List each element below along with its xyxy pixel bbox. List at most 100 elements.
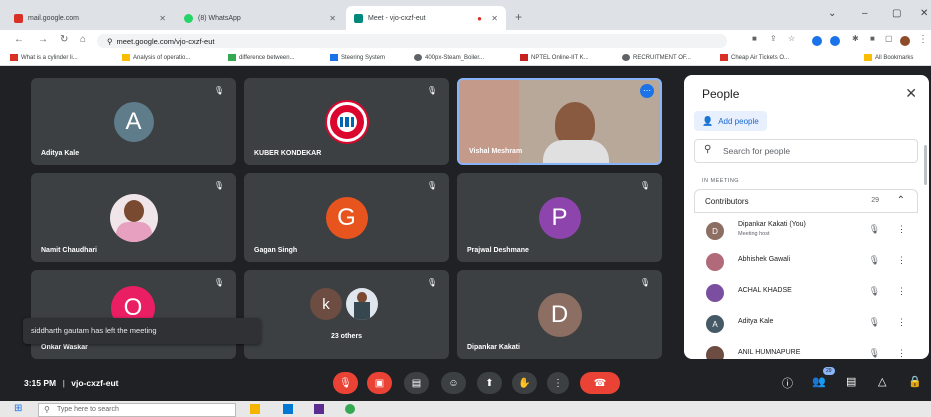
close-tab-icon[interactable]: ✕ bbox=[491, 14, 498, 23]
mic-off-icon[interactable]: 🎙 bbox=[869, 224, 880, 235]
logo-icon bbox=[336, 111, 357, 132]
bookmark-item[interactable]: What is a cylinder li... bbox=[10, 54, 78, 61]
participant-tile[interactable]: 🎙 P Prajwal Deshmane bbox=[457, 173, 662, 262]
bookmark-favicon bbox=[520, 54, 528, 61]
contributors-section-header[interactable]: Contributors 29 ⌃ bbox=[694, 189, 918, 213]
participant-tile[interactable]: 🎙 G Gagan Singh bbox=[244, 173, 449, 262]
more-options-icon[interactable]: ⋯ bbox=[640, 84, 654, 98]
store-icon[interactable] bbox=[283, 404, 293, 414]
taskbar-app-icon[interactable] bbox=[314, 404, 324, 414]
more-options-icon[interactable]: ⋮ bbox=[897, 317, 906, 328]
captions-button[interactable]: ▤ bbox=[404, 372, 429, 394]
avatar-initial: G bbox=[337, 203, 356, 231]
windows-taskbar: ⊞ ⚲ Type here to search bbox=[0, 401, 931, 417]
side-panel-icon[interactable]: ▢ bbox=[885, 34, 893, 43]
reload-icon[interactable]: ↻ bbox=[60, 34, 68, 45]
bookmark-favicon bbox=[414, 54, 422, 61]
mic-off-icon[interactable]: 🎙 bbox=[869, 317, 880, 328]
mic-off-icon[interactable]: 🎙 bbox=[869, 255, 880, 266]
leave-call-button[interactable]: ☎ bbox=[580, 372, 620, 394]
taskbar-search-input[interactable]: ⚲ Type here to search bbox=[38, 403, 236, 417]
home-icon[interactable]: ⌂ bbox=[80, 34, 86, 45]
close-tab-icon[interactable]: ✕ bbox=[329, 14, 336, 23]
bookmark-item[interactable]: Analysis of operatio... bbox=[122, 54, 190, 61]
close-window-button[interactable]: ✕ bbox=[920, 8, 928, 19]
maximize-button[interactable]: ▢ bbox=[892, 8, 901, 19]
more-options-icon[interactable]: ⋮ bbox=[897, 348, 906, 359]
mic-off-icon[interactable]: 🎙 bbox=[869, 348, 880, 359]
all-bookmarks[interactable]: All Bookmarks bbox=[864, 54, 913, 61]
participant-tile[interactable]: 🎙 KUBER KONDEKAR bbox=[244, 78, 449, 165]
avatar-photo bbox=[706, 253, 724, 271]
participant-tile[interactable]: 🎙 Namit Chaudhari bbox=[31, 173, 236, 262]
whatsapp-icon bbox=[184, 13, 193, 23]
bookmark-item[interactable]: NPTEL Online-IIT K... bbox=[520, 54, 589, 61]
people-list-item[interactable]: D Dipankar Kakati (You) Meeting host 🎙 ⋮ bbox=[694, 216, 918, 246]
reactions-button[interactable]: ☺ bbox=[441, 372, 466, 394]
others-tile[interactable]: 🎙 k 23 others bbox=[244, 270, 449, 359]
scrollbar[interactable] bbox=[924, 145, 927, 185]
contributors-label: Contributors bbox=[705, 197, 749, 206]
forward-icon[interactable]: → bbox=[38, 34, 48, 45]
bookmark-star-icon[interactable]: ☆ bbox=[788, 34, 795, 43]
minimize-button[interactable]: – bbox=[862, 8, 868, 19]
toast-text: siddharth gautam has left the meeting bbox=[31, 326, 157, 335]
back-icon[interactable]: ← bbox=[14, 34, 24, 45]
microphone-button[interactable]: 🎙 bbox=[333, 372, 358, 394]
windows-start-icon[interactable]: ⊞ bbox=[14, 403, 22, 414]
people-list-item[interactable]: Abhishek Gawali 🎙 ⋮ bbox=[694, 247, 918, 277]
people-icon[interactable]: 👥 bbox=[812, 375, 826, 388]
extensions-puzzle-icon[interactable]: ✱ bbox=[852, 34, 859, 43]
camera-in-use-icon[interactable]: ■ bbox=[752, 34, 757, 43]
extension-icon[interactable] bbox=[812, 36, 822, 46]
participant-video-tile[interactable]: ⋯ Vishal Meshram bbox=[457, 78, 662, 165]
camera-button[interactable]: ▣ bbox=[367, 372, 392, 394]
chat-icon[interactable]: ▤ bbox=[846, 375, 856, 388]
share-icon[interactable]: ⇪ bbox=[770, 34, 777, 43]
mic-off-icon: 🎙 bbox=[213, 86, 224, 95]
close-tab-icon[interactable]: ✕ bbox=[159, 14, 166, 23]
meeting-details-icon[interactable]: ⓘ bbox=[782, 375, 793, 391]
search-people-input[interactable]: ⚲ Search for people bbox=[694, 139, 918, 163]
more-options-icon[interactable]: ⋮ bbox=[897, 286, 906, 297]
present-button[interactable]: ⬆ bbox=[477, 372, 502, 394]
bookmark-favicon bbox=[122, 54, 130, 61]
tab-search-icon[interactable]: ⌄ bbox=[828, 8, 836, 19]
participant-tile[interactable]: 🎙 D Dipankar Kakati bbox=[457, 270, 662, 359]
mic-off-icon: 🎙 bbox=[426, 86, 437, 95]
tab-gmail[interactable]: mail.google.com ✕ bbox=[6, 6, 174, 30]
tab-strip-icon[interactable]: ■ bbox=[870, 34, 875, 43]
raise-hand-button[interactable]: ✋ bbox=[512, 372, 537, 394]
chrome-taskbar-icon[interactable] bbox=[345, 404, 355, 414]
more-options-icon[interactable]: ⋮ bbox=[897, 224, 906, 235]
participant-tile[interactable]: 🎙 O Onkar Waskar bbox=[31, 270, 236, 359]
tab-whatsapp[interactable]: (8) WhatsApp ✕ bbox=[176, 6, 344, 30]
participant-tile[interactable]: 🎙 A Aditya Kale bbox=[31, 78, 236, 165]
more-options-icon[interactable]: ⋮ bbox=[897, 255, 906, 266]
bookmark-item[interactable]: 400px-Steam_Boiler... bbox=[414, 54, 484, 61]
bookmark-item[interactable]: RECRUITMENT OF... bbox=[622, 54, 691, 61]
address-bar-row: ← → ↻ ⌂ ⚲ meet.google.com/vjo-cxzf-eut ■ … bbox=[0, 30, 931, 52]
site-info-icon[interactable]: ⚲ bbox=[107, 37, 113, 46]
new-tab-button[interactable]: + bbox=[515, 10, 522, 24]
bookmark-item[interactable]: Cheap Air Tickets O... bbox=[720, 54, 789, 61]
avatar: A bbox=[706, 315, 724, 333]
profile-avatar[interactable] bbox=[900, 36, 910, 46]
more-options-button[interactable]: ⋮ bbox=[547, 372, 569, 394]
extension-icon[interactable] bbox=[830, 36, 840, 46]
people-list-item[interactable]: A Aditya Kale 🎙 ⋮ bbox=[694, 309, 918, 339]
file-explorer-icon[interactable] bbox=[250, 404, 260, 414]
url-input[interactable]: ⚲ meet.google.com/vjo-cxzf-eut bbox=[97, 34, 727, 48]
people-list-item[interactable]: ANIL HUMNAPURE 🎙 ⋮ bbox=[694, 340, 918, 359]
people-list-item[interactable]: ACHAL KHADSE 🎙 ⋮ bbox=[694, 278, 918, 308]
activities-icon[interactable]: △ bbox=[878, 375, 886, 388]
chrome-menu-icon[interactable]: ⋮ bbox=[918, 34, 928, 45]
mic-off-icon[interactable]: 🎙 bbox=[869, 286, 880, 297]
host-controls-icon[interactable]: 🔒 bbox=[908, 375, 922, 388]
bookmark-item[interactable]: difference between... bbox=[228, 54, 295, 61]
chevron-up-icon[interactable]: ⌃ bbox=[897, 195, 905, 206]
add-people-button[interactable]: 👤 Add people bbox=[694, 111, 767, 131]
bookmark-item[interactable]: Steering System bbox=[330, 54, 385, 61]
tab-meet[interactable]: Meet - vjo-cxzf-eut ● ✕ bbox=[346, 6, 506, 30]
close-panel-icon[interactable]: ✕ bbox=[905, 85, 917, 102]
